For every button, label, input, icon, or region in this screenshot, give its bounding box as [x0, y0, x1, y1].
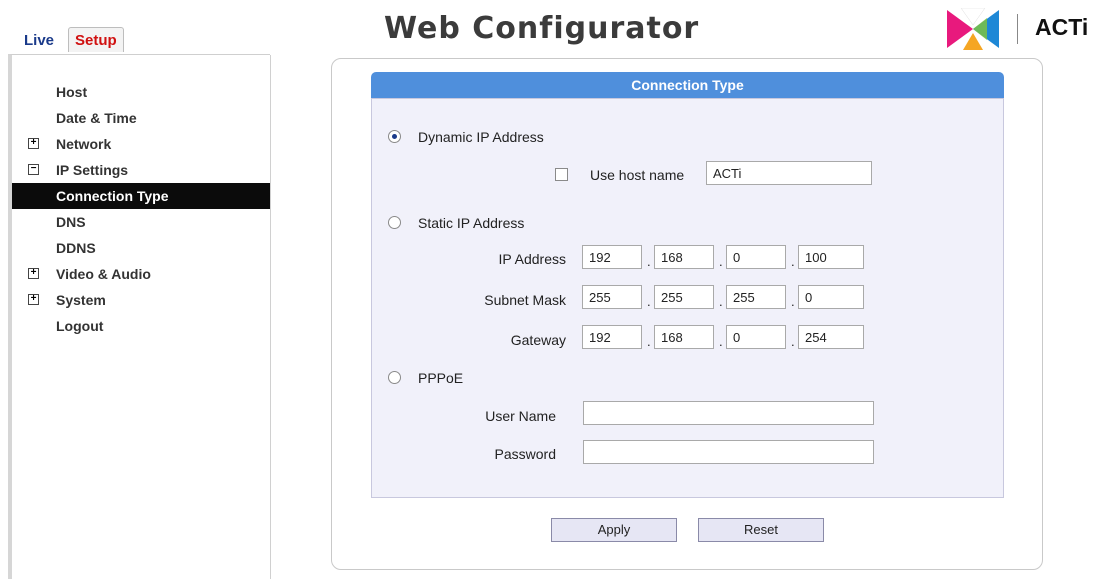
gateway-label: Gateway	[510, 332, 566, 348]
pppoe-label: PPPoE	[418, 370, 464, 386]
expand-icon[interactable]: +	[28, 268, 39, 279]
gateway-octet-2-input[interactable]	[654, 325, 714, 349]
sidebar-item-label: System	[56, 292, 106, 308]
sidebar-item-video-audio[interactable]: + Video & Audio	[12, 261, 270, 287]
static-ip-radio[interactable]	[388, 216, 401, 229]
octet-separator: .	[791, 294, 795, 309]
sidebar-item-label: Logout	[56, 318, 104, 334]
sidebar-item-label: Date & Time	[56, 110, 137, 126]
ip-octet-2-input[interactable]	[654, 245, 714, 269]
apply-button[interactable]: Apply	[551, 518, 677, 542]
octet-separator: .	[791, 334, 795, 349]
octet-separator: .	[647, 254, 651, 269]
subnet-octet-1-input[interactable]	[582, 285, 642, 309]
header: Live Setup Web Configurator ACTi	[0, 0, 1107, 54]
ip-octet-1-input[interactable]	[582, 245, 642, 269]
sidebar-item-host[interactable]: Host	[12, 79, 270, 105]
user-name-input[interactable]	[583, 401, 874, 425]
section-title: Connection Type	[371, 72, 1004, 98]
dynamic-ip-radio[interactable]	[388, 130, 401, 143]
sidebar-menu: Host Date & Time + Network − IP Settings…	[12, 79, 270, 339]
sidebar-item-label: Video & Audio	[56, 266, 151, 282]
sidebar-item-dns[interactable]: DNS	[12, 209, 270, 235]
tab-setup[interactable]: Setup	[68, 27, 124, 52]
sidebar-item-ddns[interactable]: DDNS	[12, 235, 270, 261]
sidebar-item-date-time[interactable]: Date & Time	[12, 105, 270, 131]
sidebar-item-label: Host	[56, 84, 88, 100]
octet-separator: .	[719, 294, 723, 309]
sidebar-item-label: Network	[56, 136, 112, 152]
octet-separator: .	[719, 254, 723, 269]
octet-separator: .	[647, 294, 651, 309]
sidebar-item-network[interactable]: + Network	[12, 131, 270, 157]
collapse-icon[interactable]: −	[28, 164, 39, 175]
brand-name: ACTi	[1035, 14, 1089, 40]
subnet-mask-label: Subnet Mask	[484, 292, 566, 308]
logo-divider	[1017, 14, 1018, 44]
sidebar-item-label: DDNS	[56, 240, 96, 256]
ip-octet-4-input[interactable]	[798, 245, 864, 269]
ip-address-label: IP Address	[498, 251, 566, 267]
sidebar-item-connection-type[interactable]: Connection Type	[12, 183, 270, 209]
sidebar: Host Date & Time + Network − IP Settings…	[8, 54, 271, 579]
page-title: Web Configurator	[384, 11, 700, 46]
user-name-label: User Name	[485, 408, 556, 424]
gateway-octet-4-input[interactable]	[798, 325, 864, 349]
tab-live[interactable]: Live	[18, 28, 60, 51]
subnet-octet-3-input[interactable]	[726, 285, 786, 309]
static-ip-label: Static IP Address	[418, 215, 525, 231]
password-label: Password	[494, 446, 556, 462]
acti-logo-icon	[947, 8, 999, 50]
sidebar-item-label: Connection Type	[56, 188, 169, 204]
host-name-input[interactable]	[706, 161, 872, 185]
sidebar-item-label: IP Settings	[56, 162, 129, 178]
use-host-name-label: Use host name	[590, 167, 685, 183]
top-tabs: Live Setup	[18, 27, 124, 52]
octet-separator: .	[719, 334, 723, 349]
expand-icon[interactable]: +	[28, 294, 39, 305]
gateway-octet-3-input[interactable]	[726, 325, 786, 349]
sidebar-item-label: DNS	[56, 214, 86, 230]
use-host-name-checkbox[interactable]	[555, 168, 568, 181]
pppoe-radio[interactable]	[388, 371, 401, 384]
subnet-octet-4-input[interactable]	[798, 285, 864, 309]
ip-octet-3-input[interactable]	[726, 245, 786, 269]
reset-button[interactable]: Reset	[698, 518, 824, 542]
octet-separator: .	[791, 254, 795, 269]
expand-icon[interactable]: +	[28, 138, 39, 149]
password-input[interactable]	[583, 440, 874, 464]
dynamic-ip-label: Dynamic IP Address	[418, 129, 544, 145]
subnet-octet-2-input[interactable]	[654, 285, 714, 309]
sidebar-item-logout[interactable]: Logout	[12, 313, 270, 339]
sidebar-item-ip-settings[interactable]: − IP Settings	[12, 157, 270, 183]
sidebar-item-system[interactable]: + System	[12, 287, 270, 313]
octet-separator: .	[647, 334, 651, 349]
gateway-octet-1-input[interactable]	[582, 325, 642, 349]
